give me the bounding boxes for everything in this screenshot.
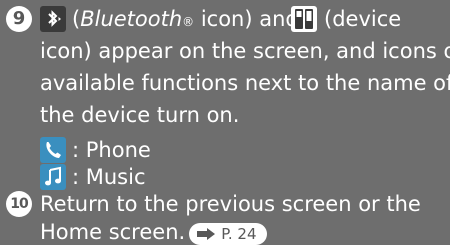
page-reference-label: P. 24: [221, 225, 257, 243]
step-9-number: 9: [6, 6, 32, 32]
music-icon: [40, 164, 66, 190]
step-10-line-2: Home screen. P. 24: [40, 219, 267, 245]
bluetooth-icon: [40, 6, 66, 32]
manual-page: 9 (Bluetooth® icon) and (device icon) ap…: [0, 0, 450, 245]
step-9-line-4: the device turn on.: [40, 103, 240, 127]
step-9-icon-and: icon) and: [194, 7, 299, 31]
arrow-right-icon: [197, 228, 216, 240]
page-reference-link[interactable]: P. 24: [189, 223, 267, 245]
step-9-line-2: icon) appear on the screen, and icons of: [40, 39, 450, 63]
phone-icon: [40, 137, 66, 163]
step-9-line-3: available functions next to the name of: [40, 71, 450, 95]
bluetooth-word: Bluetooth: [80, 7, 183, 31]
step-9-line-1: (Bluetooth® icon) and: [72, 6, 299, 35]
device-icon: [291, 6, 317, 32]
step-10-line-1: Return to the previous screen or the: [40, 192, 421, 216]
step-9-open-paren: (: [72, 7, 81, 31]
registered-mark: ®: [182, 15, 195, 29]
music-label: : Music: [72, 165, 146, 189]
step-10-number: 10: [6, 191, 32, 217]
phone-label: : Phone: [72, 138, 151, 162]
step-10-home-text: Home screen.: [40, 220, 186, 244]
step-9-device-word: (device: [324, 7, 402, 31]
